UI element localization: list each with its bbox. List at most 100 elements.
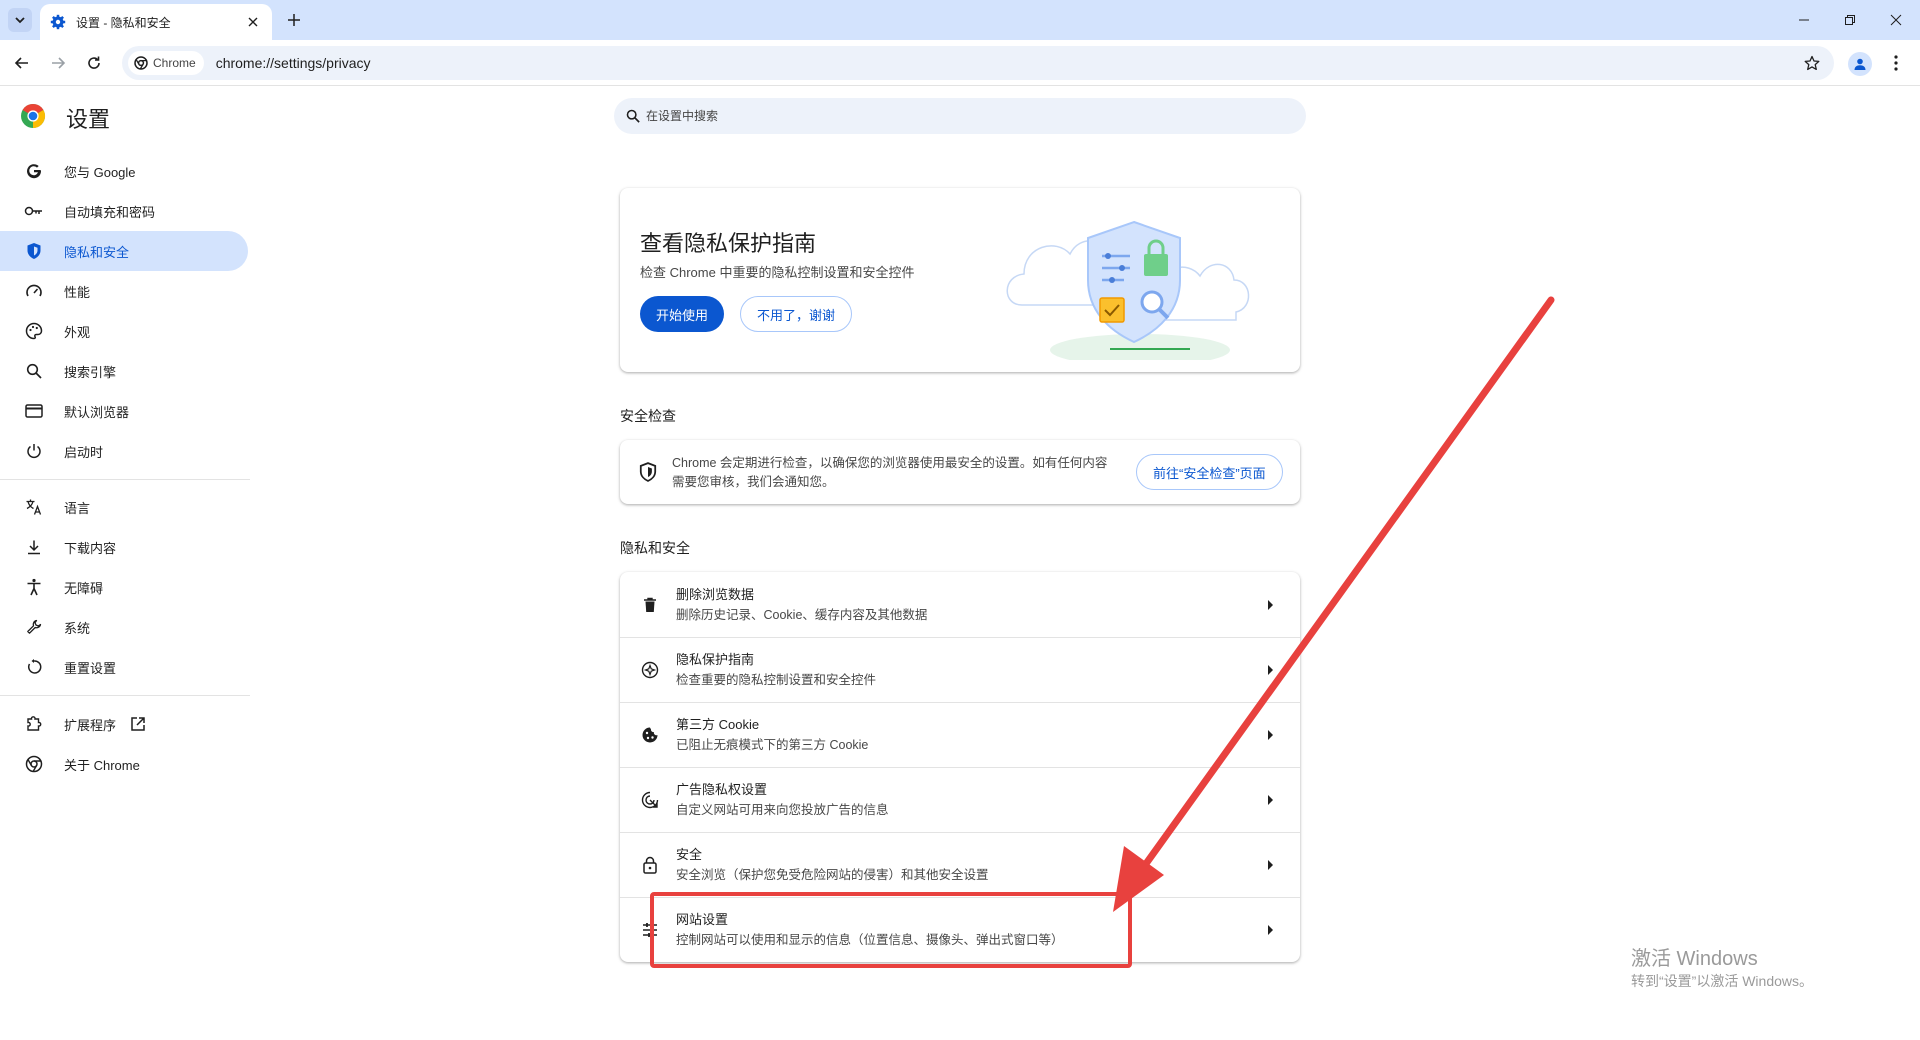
arrow-right-icon [1260,660,1280,680]
address-bar[interactable]: Chrome chrome://settings/privacy [122,46,1834,80]
settings-title: 设置 [66,107,111,132]
reload-button[interactable] [82,51,106,75]
translate-icon [24,497,44,517]
sidebar-item-appearance[interactable]: 外观 [0,311,248,351]
row-title: 隐私保护指南 [676,652,755,667]
palette-icon [24,321,44,341]
safety-check-card: Chrome 会定期进行检查，以确保您的浏览器使用最安全的设置。如有任何内容需要… [620,440,1300,504]
row-third-party-cookies[interactable]: 第三方 Cookie 已阻止无痕模式下的第三方 Cookie [620,702,1300,767]
sidebar-item-label: 隐私和安全 [64,244,130,260]
shield-check-icon [639,462,657,482]
sidebar-item-label: 系统 [64,620,91,636]
minimize-button[interactable] [1784,6,1824,34]
sidebar-item-default-browser[interactable]: 默认浏览器 [0,391,248,431]
safety-check-heading: 安全检查 [620,408,676,424]
forward-button[interactable] [46,51,70,75]
cookie-icon [640,725,660,745]
back-button[interactable] [10,51,34,75]
close-window-button[interactable] [1876,6,1916,34]
row-clear-browsing-data[interactable]: 删除浏览数据 删除历史记录、Cookie、缓存内容及其他数据 [620,572,1300,637]
arrow-right-icon [1260,855,1280,875]
person-icon [1854,58,1866,70]
go-to-safety-check-button[interactable]: 前往“安全检查”页面 [1136,454,1283,490]
open-in-new-icon [130,716,146,732]
row-title: 删除浏览数据 [676,586,755,602]
tune-icon [640,920,660,940]
sidebar-item-search-engine[interactable]: 搜索引擎 [0,351,248,391]
site-info-chip[interactable]: Chrome [128,51,204,75]
trash-icon [640,595,660,615]
row-title: 广告隐私权设置 [676,782,768,797]
sidebar-item-autofill[interactable]: 自动填充和密码 [0,191,248,231]
sidebar-item-privacy[interactable]: 隐私和安全 [0,231,248,271]
sidebar-item-label: 您与 Google [64,164,136,180]
start-guide-button[interactable]: 开始使用 [640,296,725,332]
row-subtitle: 控制网站可以使用和显示的信息（位置信息、摄像头、弹出式窗口等） [676,933,1064,947]
sidebar-item-label: 启动时 [64,444,104,460]
settings-search[interactable] [614,98,1306,134]
lock-icon [640,855,660,875]
star-icon [1804,55,1820,71]
sidebar-item-label: 默认浏览器 [64,404,130,420]
sidebar-item-on-startup[interactable]: 启动时 [0,431,248,471]
row-security[interactable]: 安全安全浏览（保护您免受危险网站的侵害）和其他安全设置 [620,832,1300,897]
sidebar-item-performance[interactable]: 性能 [0,271,248,311]
row-title: 网站设置 [676,912,729,927]
title-bar: 设置 - 隐私和安全 [0,0,1920,40]
plus-icon [288,14,300,26]
sidebar-item-you-and-google[interactable]: 您与 Google [0,151,248,191]
privacy-guide-illustration [1006,220,1250,360]
settings-gear-icon [50,14,66,30]
row-title: 第三方 Cookie [676,717,760,732]
tab-close-button[interactable] [244,13,262,31]
row-site-settings[interactable]: 网站设置控制网站可以使用和显示的信息（位置信息、摄像头、弹出式窗口等） [620,897,1300,962]
search-input[interactable] [646,109,1246,123]
url-text[interactable]: chrome://settings/privacy [216,55,1798,71]
shield-icon [24,241,44,261]
windows-activation-title: 激活 Windows [1631,948,1758,970]
bookmark-button[interactable] [1798,49,1826,77]
power-icon [24,441,44,461]
tab-search-button[interactable] [8,8,32,32]
sidebar-item-label: 外观 [64,324,91,340]
sidebar-item-downloads[interactable]: 下载内容 [0,527,248,567]
row-subtitle: 安全浏览（保护您免受危险网站的侵害）和其他安全设置 [676,868,989,882]
dismiss-guide-button[interactable]: 不用了，谢谢 [740,296,853,332]
sidebar-item-label: 无障碍 [64,580,104,596]
sidebar-item-languages[interactable]: 语言 [0,487,248,527]
row-ad-privacy[interactable]: 广告隐私权设置自定义网站可用来向您投放广告的信息 [620,767,1300,832]
arrow-right-icon [1260,725,1280,745]
sidebar-item-label: 搜索引擎 [64,364,117,380]
search-icon [24,361,44,381]
reload-icon [88,56,100,69]
chrome-menu-button[interactable] [1884,51,1908,75]
sidebar-divider [0,695,250,696]
search-icon [626,109,640,123]
windows-activation-subtitle: 转到“设置”以激活 Windows。 [1631,973,1814,989]
sidebar-item-extensions[interactable]: 扩展程序 [0,704,248,744]
sidebar-item-label: 扩展程序 [64,717,117,733]
reset-icon [24,657,44,677]
tab-title: 设置 - 隐私和安全 [76,15,171,30]
sidebar-item-accessibility[interactable]: 无障碍 [0,567,248,607]
download-icon [24,537,44,557]
sidebar-item-reset[interactable]: 重置设置 [0,647,248,687]
sidebar-item-label: 自动填充和密码 [64,204,156,220]
row-subtitle: 自定义网站可用来向您投放广告的信息 [676,803,889,817]
row-privacy-guide[interactable]: 隐私保护指南 检查重要的隐私控制设置和安全控件 [620,637,1300,702]
chevron-down-icon [15,17,25,24]
arrow-right-icon [52,57,66,69]
browser-window-icon [24,401,44,421]
row-title: 安全 [676,847,703,862]
privacy-guide-card: 查看隐私保护指南 检查 Chrome 中重要的隐私控制设置和安全控件 开始使用 … [620,188,1300,372]
active-tab[interactable]: 设置 - 隐私和安全 [40,4,272,40]
restore-button[interactable] [1830,6,1870,34]
sidebar-item-about-chrome[interactable]: 关于 Chrome [0,744,248,784]
more-vert-icon [1894,55,1898,71]
chrome-icon [24,754,44,774]
privacy-settings-card: 删除浏览数据 删除历史记录、Cookie、缓存内容及其他数据 隐私保护指南 检查重要… [620,572,1300,962]
sidebar-item-system[interactable]: 系统 [0,607,248,647]
profile-button[interactable] [1848,52,1872,76]
google-g-icon [24,161,44,181]
new-tab-button[interactable] [282,8,306,32]
